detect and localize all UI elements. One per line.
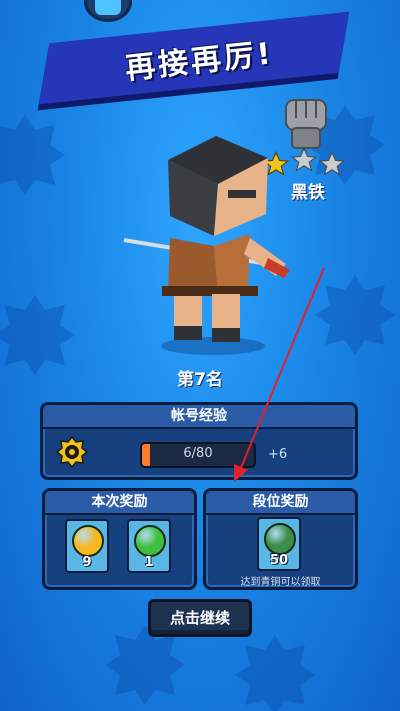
tier-reward-count: 50 <box>269 553 289 568</box>
green-gem-icon <box>134 525 166 557</box>
xp-badge-icon <box>56 436 88 468</box>
planet-orb-icon <box>264 523 296 555</box>
reward-item-count: 1 <box>144 555 154 570</box>
skull-pattern-icon <box>0 115 65 195</box>
skull-pattern-icon <box>0 295 75 375</box>
gold-coin-icon <box>72 525 104 557</box>
reward-item-gem: 1 <box>127 519 171 573</box>
continue-button[interactable]: 点击继续 <box>148 599 252 637</box>
reward-item-count: 9 <box>82 555 92 570</box>
skull-pattern-icon <box>315 275 395 355</box>
xp-gain-text: +6 <box>268 447 288 462</box>
rank-star-empty-icon <box>318 150 346 176</box>
xp-progress-text: 6/80 <box>183 446 213 461</box>
tier-reward-item: 50 <box>257 517 301 571</box>
tier-reward-note: 达到青铜可以领取 <box>240 577 321 588</box>
xp-progress-bar: 6/80 <box>140 442 256 468</box>
tier-reward-title: 段位奖励 <box>206 491 355 515</box>
match-reward-panel: 本次奖励 9 1 <box>42 488 197 590</box>
player-character <box>123 136 290 355</box>
reward-item-coin: 9 <box>65 519 109 573</box>
placement-text: 第7名 <box>177 370 223 390</box>
skull-pattern-icon <box>235 635 315 711</box>
tier-reward-panel: 段位奖励 50 达到青铜可以领取 <box>203 488 358 590</box>
match-reward-title: 本次奖励 <box>45 491 194 515</box>
account-xp-title: 帐号经验 <box>43 405 355 429</box>
